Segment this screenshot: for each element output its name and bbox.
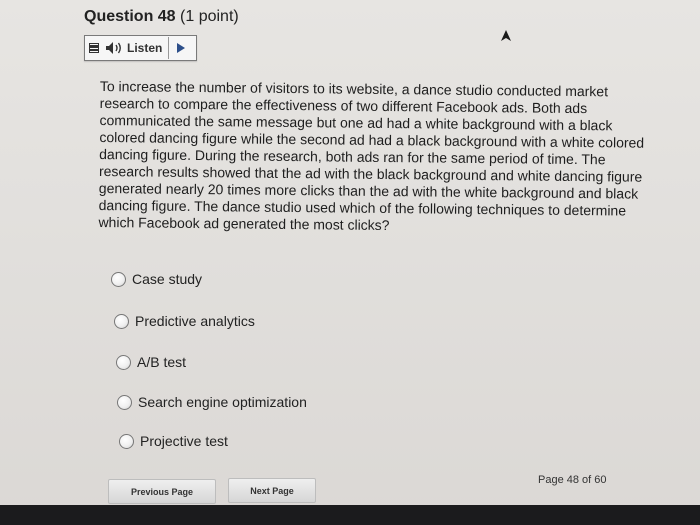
option-search-engine-optimization[interactable]: Search engine optimization xyxy=(117,394,307,410)
speaker-icon xyxy=(106,42,121,54)
next-page-button[interactable]: Next Page xyxy=(228,478,316,503)
option-label[interactable]: Predictive analytics xyxy=(135,313,255,329)
option-label[interactable]: Search engine optimization xyxy=(138,394,307,410)
option-projective-test[interactable]: Projective test xyxy=(119,433,228,449)
option-predictive-analytics[interactable]: Predictive analytics xyxy=(114,313,255,329)
radio-button[interactable] xyxy=(119,433,134,449)
question-number: Question 48 xyxy=(84,8,176,25)
question-points: (1 point) xyxy=(180,8,239,25)
listen-toolbar[interactable]: Listen xyxy=(84,35,197,61)
screen-bezel xyxy=(0,505,700,525)
page-indicator: Page 48 of 60 xyxy=(538,474,607,486)
option-label[interactable]: Projective test xyxy=(140,433,228,449)
radio-button[interactable] xyxy=(114,313,129,329)
option-case-study[interactable]: Case study xyxy=(111,271,202,287)
listen-button[interactable]: Listen xyxy=(127,41,162,55)
previous-page-button[interactable]: Previous Page xyxy=(108,479,216,504)
option-label[interactable]: Case study xyxy=(132,271,202,287)
question-text: To increase the number of visitors to it… xyxy=(98,78,645,234)
mouse-cursor-icon xyxy=(501,30,511,41)
option-ab-test[interactable]: A/B test xyxy=(116,354,186,370)
radio-button[interactable] xyxy=(111,271,126,287)
toolbar-divider xyxy=(168,37,170,59)
play-icon[interactable] xyxy=(177,43,186,53)
menu-icon[interactable] xyxy=(89,43,99,53)
radio-button[interactable] xyxy=(116,354,131,370)
question-header: Question 48 (1 point) xyxy=(84,8,239,26)
option-label[interactable]: A/B test xyxy=(137,354,186,370)
radio-button[interactable] xyxy=(117,394,132,410)
quiz-screen: Question 48 (1 point) Listen To increase… xyxy=(0,0,700,525)
